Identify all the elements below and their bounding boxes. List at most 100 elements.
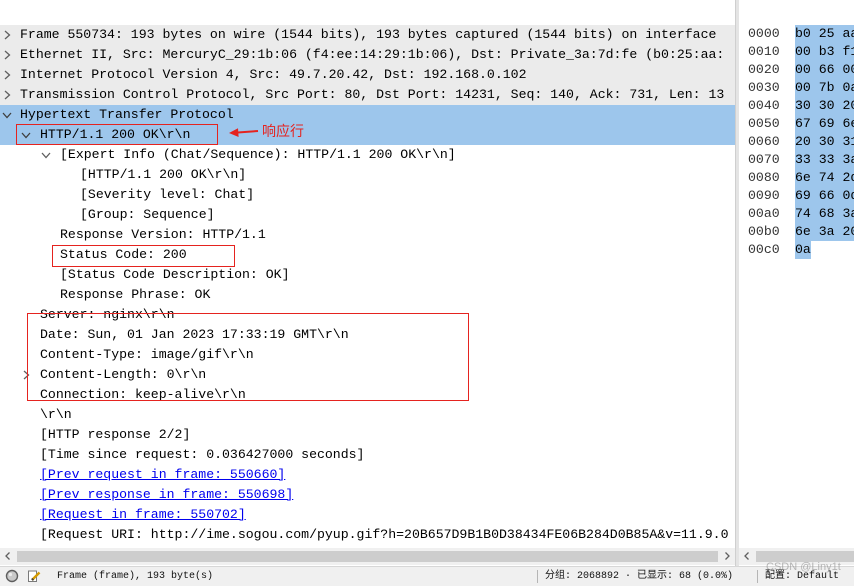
byte-hex[interactable]: 20 30 31 <box>795 133 854 151</box>
tree-row-status-code[interactable]: Status Code: 200 <box>0 245 735 265</box>
tree-row-content-length[interactable]: Content-Length: 0\r\n <box>0 365 735 385</box>
tree-row-label: Response Phrase: OK <box>60 287 211 302</box>
byte-row[interactable]: 00a0 74 68 3a <box>739 205 854 223</box>
tree-row-status-code-description[interactable]: [Status Code Description: OK] <box>0 265 735 285</box>
chevron-down-icon[interactable] <box>21 130 31 140</box>
byte-offset: 0000 <box>748 26 780 41</box>
byte-row[interactable]: 00b0 6e 3a 20 <box>739 223 854 241</box>
tree-row-request-in-frame[interactable]: [Request in frame: 550702] <box>0 505 735 525</box>
chevron-down-icon[interactable] <box>2 110 12 120</box>
tree-row-connection[interactable]: Connection: keep-alive\r\n <box>0 385 735 405</box>
tree-row-date[interactable]: Date: Sun, 01 Jan 2023 17:33:19 GMT\r\n <box>0 325 735 345</box>
profile-text[interactable]: 配置: Default <box>765 567 839 586</box>
byte-offset: 0020 <box>748 62 780 77</box>
byte-row[interactable]: 0040 30 30 20 <box>739 97 854 115</box>
chevron-right-icon[interactable] <box>2 30 12 40</box>
tree-row-http[interactable]: Hypertext Transfer Protocol <box>0 105 735 125</box>
details-horizontal-scrollbar[interactable] <box>0 548 735 565</box>
tree-row-prev-response[interactable]: [Prev response in frame: 550698] <box>0 485 735 505</box>
chevron-right-icon[interactable] <box>2 50 12 60</box>
scrollbar-thumb[interactable] <box>17 551 718 562</box>
tree-row-label: [Time since request: 0.036427000 seconds… <box>40 447 365 462</box>
tree-row-label: Content-Type: image/gif\r\n <box>40 347 254 362</box>
chevron-down-icon[interactable] <box>41 150 51 160</box>
tree-row-label: Response Version: HTTP/1.1 <box>60 227 266 242</box>
frame-info-text: Frame (frame), 193 byte(s) <box>57 571 214 582</box>
packet-details-pane[interactable]: Frame 550734: 193 bytes on wire (1544 bi… <box>0 0 735 548</box>
tree-row-severity[interactable]: [Severity level: Chat] <box>0 185 735 205</box>
byte-hex[interactable]: 6e 3a 20 <box>795 223 854 241</box>
byte-offset: 00a0 <box>748 206 780 221</box>
scroll-left-icon[interactable] <box>742 551 752 561</box>
byte-hex[interactable]: 33 33 3a <box>795 151 854 169</box>
tree-row-label: HTTP/1.1 200 OK\r\n <box>40 127 191 142</box>
tree-row-server[interactable]: Server: nginx\r\n <box>0 305 735 325</box>
tree-row-content-type[interactable]: Content-Type: image/gif\r\n <box>0 345 735 365</box>
byte-offset: 0060 <box>748 134 780 149</box>
tree-row-label: \r\n <box>40 407 72 422</box>
byte-hex[interactable]: 30 30 20 <box>795 97 854 115</box>
byte-offset: 0040 <box>748 98 780 113</box>
packet-bytes-pane[interactable]: 0000 b0 25 aa 0010 00 b3 f1 0020 00 66 00 0… <box>739 0 854 548</box>
tree-row-prev-request[interactable]: [Prev request in frame: 550660] <box>0 465 735 485</box>
byte-offset: 0050 <box>748 116 780 131</box>
byte-hex[interactable]: 0a <box>795 241 811 259</box>
packet-count-text: 分组: 2068892 · 已显示: 68 (0.0%) <box>545 571 734 582</box>
chevron-right-icon[interactable] <box>2 90 12 100</box>
byte-row[interactable]: 0050 67 69 6e <box>739 115 854 133</box>
scrollbar-thumb[interactable] <box>756 551 854 562</box>
edit-comment-icon[interactable] <box>27 569 41 583</box>
byte-row[interactable]: 0070 33 33 3a <box>739 151 854 169</box>
tree-row-label: Status Code: 200 <box>60 247 187 262</box>
byte-hex[interactable]: 00 b3 f1 <box>795 43 854 61</box>
byte-hex[interactable]: 74 68 3a <box>795 205 854 223</box>
tree-row-label: Frame 550734: 193 bytes on wire (1544 bi… <box>20 27 717 42</box>
tree-row-label: Internet Protocol Version 4, Src: 49.7.2… <box>20 67 527 82</box>
tree-row-label: [Expert Info (Chat/Sequence): HTTP/1.1 2… <box>60 147 456 162</box>
tree-row-label: [Group: Sequence] <box>80 207 215 222</box>
tree-row-time-since-request[interactable]: [Time since request: 0.036427000 seconds… <box>0 445 735 465</box>
scroll-right-icon[interactable] <box>722 551 732 561</box>
byte-hex[interactable]: b0 25 aa <box>795 25 854 43</box>
tree-row-label: [Status Code Description: OK] <box>60 267 290 282</box>
byte-row[interactable]: 0060 20 30 31 <box>739 133 854 151</box>
prev-response-link[interactable]: [Prev response in frame: 550698] <box>40 485 293 505</box>
scroll-left-icon[interactable] <box>3 551 13 561</box>
tree-row-ipv4[interactable]: Internet Protocol Version 4, Src: 49.7.2… <box>0 65 735 85</box>
tree-row-label: [HTTP/1.1 200 OK\r\n] <box>80 167 247 182</box>
byte-row[interactable]: 0080 6e 74 2d <box>739 169 854 187</box>
tree-row-status-line[interactable]: HTTP/1.1 200 OK\r\n <box>0 125 735 145</box>
byte-row[interactable]: 0000 b0 25 aa <box>739 25 854 43</box>
tree-row-frame[interactable]: Frame 550734: 193 bytes on wire (1544 bi… <box>0 25 735 45</box>
byte-row[interactable]: 0030 00 7b 0a <box>739 79 854 97</box>
tree-row-tcp[interactable]: Transmission Control Protocol, Src Port:… <box>0 85 735 105</box>
tree-row-response-version[interactable]: Response Version: HTTP/1.1 <box>0 225 735 245</box>
bytes-horizontal-scrollbar[interactable] <box>739 548 854 565</box>
byte-row[interactable]: 0010 00 b3 f1 <box>739 43 854 61</box>
byte-hex[interactable]: 00 7b 0a <box>795 79 854 97</box>
byte-hex[interactable]: 67 69 6e <box>795 115 854 133</box>
prev-request-link[interactable]: [Prev request in frame: 550660] <box>40 465 285 485</box>
byte-row[interactable]: 00c0 0a <box>739 241 854 259</box>
tree-row-expert-info[interactable]: [Expert Info (Chat/Sequence): HTTP/1.1 2… <box>0 145 735 165</box>
byte-row[interactable]: 0020 00 66 00 <box>739 61 854 79</box>
tree-row-header-end[interactable]: \r\n <box>0 405 735 425</box>
request-in-frame-link[interactable]: [Request in frame: 550702] <box>40 505 246 525</box>
tree-row-label: Connection: keep-alive\r\n <box>40 387 246 402</box>
expert-info-icon[interactable] <box>5 569 19 583</box>
status-bar: Frame (frame), 193 byte(s) 分组: 2068892 ·… <box>0 566 854 586</box>
byte-hex[interactable]: 69 66 0d <box>795 187 854 205</box>
byte-offset: 0070 <box>748 152 780 167</box>
tree-row-response-phrase[interactable]: Response Phrase: OK <box>0 285 735 305</box>
byte-hex[interactable]: 00 66 00 <box>795 61 854 79</box>
chevron-right-icon[interactable] <box>2 70 12 80</box>
tree-row-http-response-index[interactable]: [HTTP response 2/2] <box>0 425 735 445</box>
byte-offset: 0030 <box>748 80 780 95</box>
tree-row-expert-message[interactable]: [HTTP/1.1 200 OK\r\n] <box>0 165 735 185</box>
byte-hex[interactable]: 6e 74 2d <box>795 169 854 187</box>
tree-row-request-uri[interactable]: [Request URI: http://ime.sogou.com/pyup.… <box>0 525 735 545</box>
byte-row[interactable]: 0090 69 66 0d <box>739 187 854 205</box>
tree-row-ethernet[interactable]: Ethernet II, Src: MercuryC_29:1b:06 (f4:… <box>0 45 735 65</box>
chevron-right-icon[interactable] <box>21 370 31 380</box>
tree-row-group[interactable]: [Group: Sequence] <box>0 205 735 225</box>
